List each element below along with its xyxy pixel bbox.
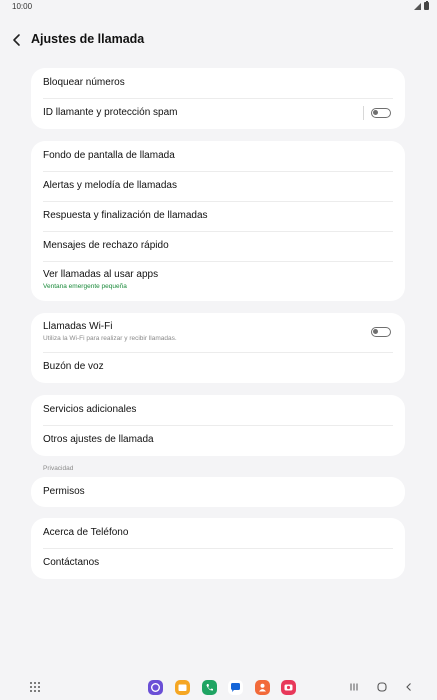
divider: [43, 98, 393, 99]
status-bar: 10:00: [0, 0, 437, 14]
card-privacy: Permisos: [31, 477, 405, 507]
item-sublabel: Ventana emergente pequeña: [43, 283, 127, 290]
back-button[interactable]: [8, 30, 26, 50]
phone-app-icon[interactable]: [202, 680, 217, 695]
header: Ajustes de llamada: [0, 28, 437, 54]
item-sublabel: Utiliza la Wi-Fi para realizar y recibir…: [43, 335, 177, 342]
divider: [43, 352, 393, 353]
item-acerca-telefono[interactable]: Acerca de Teléfono: [31, 518, 405, 548]
item-label: Permisos: [43, 486, 85, 497]
item-ver-llamadas-apps[interactable]: Ver llamadas al usar apps Ventana emerge…: [31, 261, 405, 301]
signal-icon: [414, 2, 421, 10]
internet-app-icon[interactable]: [148, 680, 163, 695]
item-label: Buzón de voz: [43, 361, 104, 372]
item-bloquear-numeros[interactable]: Bloquear números: [31, 68, 405, 98]
navigation-bar: [0, 676, 437, 698]
item-label: Llamadas Wi-Fi: [43, 321, 113, 332]
item-respuesta-finalizacion[interactable]: Respuesta y finalización de llamadas: [31, 201, 405, 231]
back-icon[interactable]: [403, 681, 415, 693]
chevron-left-icon: [13, 34, 20, 46]
card-more-settings: Servicios adicionales Otros ajustes de l…: [31, 395, 405, 456]
item-label: Respuesta y finalización de llamadas: [43, 210, 208, 221]
card-about: Acerca de Teléfono Contáctanos: [31, 518, 405, 579]
messages-app-icon[interactable]: [228, 680, 243, 695]
item-label: Acerca de Teléfono: [43, 527, 129, 538]
item-fondo-pantalla[interactable]: Fondo de pantalla de llamada: [31, 141, 405, 171]
item-alertas-melodia[interactable]: Alertas y melodía de llamadas: [31, 171, 405, 201]
status-icons: [414, 0, 429, 10]
item-buzon-voz[interactable]: Buzón de voz: [31, 352, 405, 382]
status-time: 10:00: [12, 2, 33, 11]
apps-grid-icon[interactable]: [30, 682, 40, 692]
item-permisos[interactable]: Permisos: [31, 477, 405, 507]
item-label: Otros ajustes de llamada: [43, 434, 154, 445]
item-id-llamante[interactable]: ID llamante y protección spam: [31, 98, 405, 128]
item-llamadas-wifi[interactable]: Llamadas Wi-Fi Utiliza la Wi-Fi para rea…: [31, 313, 405, 352]
toggle-knob: [373, 329, 378, 334]
divider: [43, 231, 393, 232]
toggle-knob: [373, 110, 378, 115]
item-label: Fondo de pantalla de llamada: [43, 150, 175, 161]
item-label: Alertas y melodía de llamadas: [43, 180, 177, 191]
item-mensajes-rechazo[interactable]: Mensajes de rechazo rápido: [31, 231, 405, 261]
wifi-calling-toggle[interactable]: [371, 327, 391, 337]
divider: [43, 425, 393, 426]
item-label: Ver llamadas al usar apps: [43, 269, 159, 280]
recents-icon[interactable]: [348, 681, 360, 693]
divider: [43, 261, 393, 262]
divider: [43, 171, 393, 172]
divider: [43, 201, 393, 202]
item-servicios-adicionales[interactable]: Servicios adicionales: [31, 395, 405, 425]
card-blocking: Bloquear números ID llamante y protecció…: [31, 68, 405, 129]
page-title: Ajustes de llamada: [31, 32, 145, 46]
card-wifi-voicemail: Llamadas Wi-Fi Utiliza la Wi-Fi para rea…: [31, 313, 405, 383]
item-label: Contáctanos: [43, 557, 100, 568]
home-icon[interactable]: [376, 681, 388, 693]
item-otros-ajustes[interactable]: Otros ajustes de llamada: [31, 425, 405, 455]
item-label: Bloquear números: [43, 77, 125, 88]
card-call-display: Fondo de pantalla de llamada Alertas y m…: [31, 141, 405, 301]
camera-app-icon[interactable]: [281, 680, 296, 695]
item-label: ID llamante y protección spam: [43, 107, 178, 118]
section-label-privacidad: Privacidad: [43, 465, 74, 472]
item-label: Mensajes de rechazo rápido: [43, 240, 169, 251]
files-app-icon[interactable]: [175, 680, 190, 695]
battery-icon: [424, 0, 429, 10]
id-llamante-toggle[interactable]: [371, 108, 391, 118]
item-contactanos[interactable]: Contáctanos: [31, 548, 405, 578]
vertical-separator: [363, 106, 364, 120]
divider: [43, 548, 393, 549]
item-label: Servicios adicionales: [43, 404, 137, 415]
contacts-app-icon[interactable]: [255, 680, 270, 695]
